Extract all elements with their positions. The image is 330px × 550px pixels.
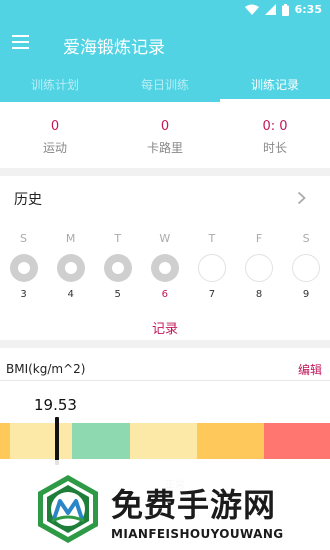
weekday-label: T xyxy=(114,232,122,245)
day-column: T 7 xyxy=(188,232,235,302)
bmi-scale-segment xyxy=(0,423,10,459)
weekday-label: S xyxy=(20,232,28,245)
day-record-indicator[interactable] xyxy=(292,254,321,282)
day-record-indicator[interactable] xyxy=(56,254,85,282)
history-title: 历史 xyxy=(14,192,42,208)
weekday-label: F xyxy=(255,232,263,245)
app-bar: 爱海锻炼记录 xyxy=(0,20,330,70)
bmi-label: BMI(kg/m^2) xyxy=(6,362,86,376)
day-column: W 6 xyxy=(141,232,188,302)
watermark-logo-icon xyxy=(38,475,98,543)
day-column: M 4 xyxy=(47,232,94,302)
stat-label: 运动 xyxy=(42,141,67,155)
day-number: 9 xyxy=(302,289,310,300)
stat-value: 0: 0 xyxy=(262,119,288,134)
day-record-indicator[interactable] xyxy=(197,254,226,282)
bmi-value: 19.53 xyxy=(34,396,77,414)
day-column: S 9 xyxy=(283,232,330,302)
status-icons: 6:35 xyxy=(244,3,322,16)
day-column: S 3 xyxy=(0,232,47,302)
bmi-divider xyxy=(0,380,330,381)
status-time: 6:35 xyxy=(294,3,322,16)
status-bar: 6:35 xyxy=(0,0,330,20)
tab-daily-training[interactable]: 每日训练 xyxy=(110,70,220,102)
tab-training-record[interactable]: 训练记录 xyxy=(220,70,330,102)
watermark-brand: 免费手游网 xyxy=(111,486,277,524)
bmi-marker xyxy=(55,417,59,465)
day-number: 4 xyxy=(67,289,74,300)
weekday-label: T xyxy=(208,232,216,245)
stat-value: 0 xyxy=(160,119,170,134)
section-divider xyxy=(0,168,330,176)
day-column: F 8 xyxy=(235,232,282,302)
signal-icon xyxy=(264,4,276,15)
bmi-scale xyxy=(0,423,330,459)
day-record-indicator[interactable] xyxy=(150,254,179,282)
stat-exercise: 0 运动 xyxy=(0,116,110,162)
day-number: 3 xyxy=(20,289,27,300)
tab-bar: 训练计划 每日训练 训练记录 xyxy=(0,70,330,102)
bmi-scale-segment xyxy=(264,423,330,459)
day-number: 7 xyxy=(208,289,216,300)
bmi-edit-button[interactable]: 编辑 xyxy=(298,361,322,378)
stat-label: 卡路里 xyxy=(146,141,183,155)
day-record-indicator[interactable] xyxy=(9,254,38,282)
day-record-indicator[interactable] xyxy=(103,254,132,282)
weekday-label: S xyxy=(302,232,310,245)
wifi-icon xyxy=(244,4,259,15)
day-column: T 5 xyxy=(94,232,141,302)
day-number-today: 6 xyxy=(161,289,169,300)
stat-label: 时长 xyxy=(262,141,287,155)
bmi-scale-segment xyxy=(130,423,197,459)
stat-value: 0 xyxy=(50,119,60,134)
chevron-right-icon[interactable] xyxy=(297,191,306,205)
section-divider xyxy=(0,340,330,348)
day-number: 5 xyxy=(114,289,121,300)
day-record-indicator[interactable] xyxy=(245,254,274,282)
bmi-scale-segment xyxy=(72,423,130,459)
weekday-label: W xyxy=(159,232,171,245)
stats-summary: 0 运动 0 卡路里 0: 0 时长 xyxy=(0,116,330,162)
app-title: 爱海锻炼记录 xyxy=(63,38,165,58)
stat-duration: 0: 0 时长 xyxy=(220,116,330,162)
record-button[interactable]: 记录 xyxy=(0,318,330,337)
stat-calories: 0 卡路里 xyxy=(110,116,220,162)
day-number: 8 xyxy=(255,289,263,300)
weekday-label: M xyxy=(65,232,76,245)
menu-icon[interactable] xyxy=(12,35,32,55)
bmi-scale-segment xyxy=(10,423,72,459)
bmi-scale-segment xyxy=(197,423,264,459)
watermark-brand-sub: MIANFEISHOUYOUWANG xyxy=(111,527,284,541)
history-week: S 3 M 4 T 5 W 6 T 7 F 8 S 9 xyxy=(0,232,330,302)
battery-icon xyxy=(281,3,289,16)
tab-training-plan[interactable]: 训练计划 xyxy=(0,70,110,102)
